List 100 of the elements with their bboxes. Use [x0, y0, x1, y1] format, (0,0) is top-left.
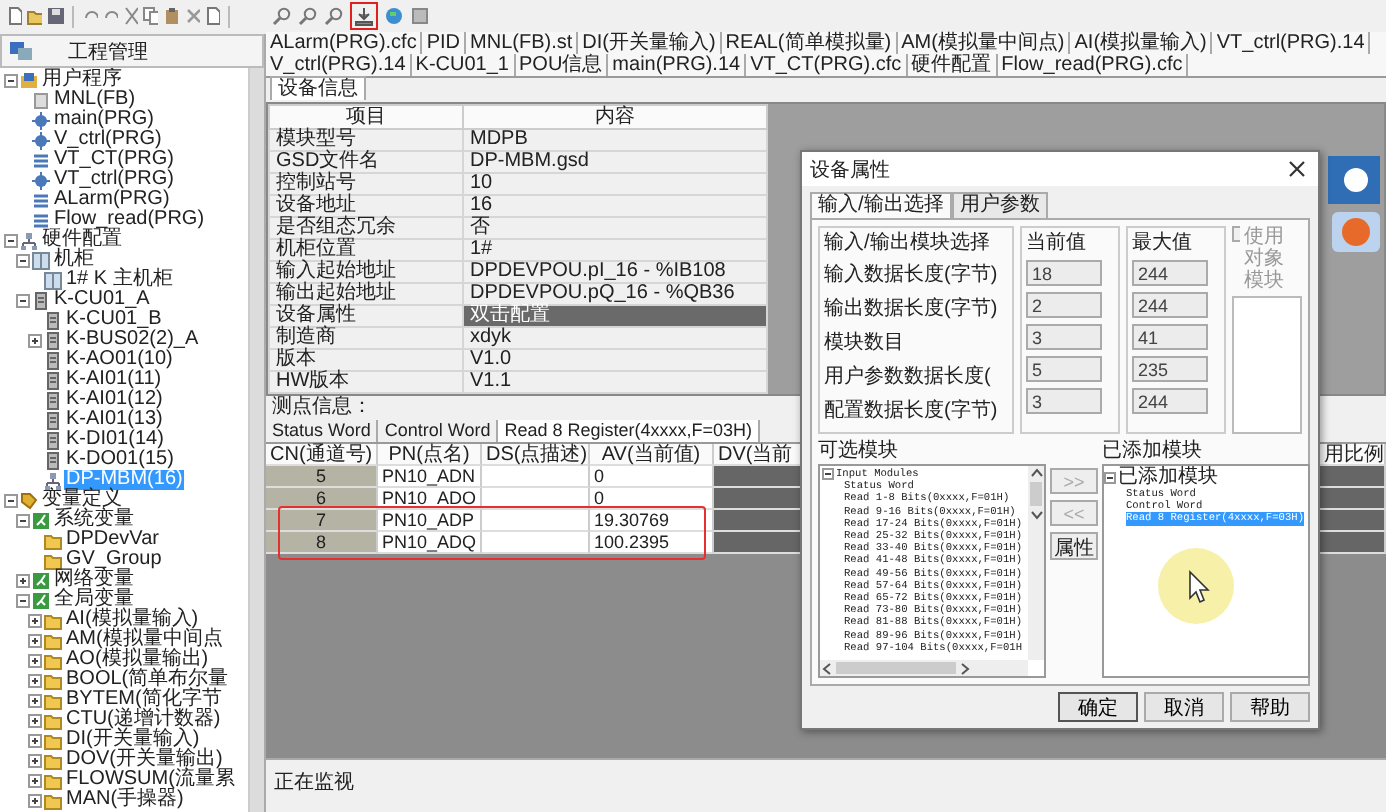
tree-item[interactable]: K-AO01(10) [64, 350, 175, 370]
tree-item[interactable]: K-CU01_A [52, 290, 152, 310]
tree-item[interactable]: 1# K 主机柜 [64, 270, 175, 290]
table-cell[interactable]: 10 [463, 173, 767, 195]
tree-item[interactable]: main(PRG) [52, 110, 157, 130]
tree-item[interactable]: MNL(FB) [52, 90, 138, 110]
tree-item[interactable]: VT_ctrl(PRG) [52, 170, 176, 190]
editor-tab[interactable]: DI(开关量输入) [578, 32, 722, 54]
tree-item[interactable]: BOOL(简单布尔量 [64, 670, 231, 690]
input-field[interactable]: 244 [1132, 260, 1208, 286]
editor-tab[interactable]: VT_ctrl(PRG).14 [1212, 32, 1371, 54]
tree-item[interactable]: GV_Group [64, 550, 164, 570]
table-cell[interactable]: V1.0 [463, 349, 767, 371]
tree-item[interactable]: DI(开关量输入) [64, 730, 202, 750]
tree-item[interactable]: BYTEM(简化字节 [64, 690, 224, 710]
table-cell[interactable]: 1# [463, 239, 767, 261]
tab[interactable]: Status Word [266, 420, 379, 442]
tree-item[interactable]: K-DO01(15) [64, 450, 176, 470]
tree-item[interactable]: K-AI01(11) [64, 370, 164, 390]
tree-item[interactable]: CTU(递增计数器) [64, 710, 223, 730]
table-cell[interactable]: 否 [463, 217, 767, 239]
editor-tab[interactable]: K-CU01_1 [411, 54, 515, 76]
table-cell: 输入起始地址 [269, 261, 463, 283]
editor-tab[interactable]: REAL(简单模拟量) [721, 32, 898, 54]
tab[interactable]: 用户参数 [951, 192, 1048, 218]
dialog-button[interactable]: 确定 [1058, 692, 1138, 722]
input-field[interactable]: 2 [1026, 292, 1102, 318]
tree-item[interactable]: K-CU01_B [64, 310, 164, 330]
tree-item[interactable]: K-AI01(13) [64, 410, 165, 430]
tree-item[interactable]: ALarm(PRG) [52, 190, 172, 210]
editor-tab[interactable]: 硬件配置 [907, 54, 998, 76]
input-field[interactable]: 244 [1132, 388, 1208, 414]
input-field[interactable]: 3 [1026, 324, 1102, 350]
table-cell[interactable]: DP-MBM.gsd [463, 151, 767, 173]
input-field[interactable]: 18 [1026, 260, 1102, 286]
tree-item[interactable]: 机柜 [52, 250, 96, 270]
dialog-button[interactable]: 取消 [1144, 692, 1224, 722]
move-button[interactable]: 属性 [1050, 532, 1098, 560]
editor-tab[interactable]: Flow_read(PRG).cfc [997, 54, 1189, 76]
tree-item[interactable]: DPDevVar [64, 530, 161, 550]
table-cell: 设备属性 [269, 305, 463, 327]
field-label: 输出数据长度(字节) [824, 296, 1000, 322]
input-field[interactable]: 5 [1026, 356, 1102, 382]
table-cell[interactable]: MDPB [463, 129, 767, 151]
field-label: 用户参数数据长度( [824, 364, 993, 390]
editor-tab[interactable]: AI(模拟量输入) [1070, 32, 1213, 54]
input-field[interactable]: 41 [1132, 324, 1208, 350]
table-cell[interactable]: 双击配置 [463, 305, 767, 327]
column-header: 项目 [269, 105, 463, 129]
table-cell: 6 [266, 488, 378, 510]
list-title: 已添加模块 [1102, 440, 1204, 464]
field-label: 配置数据长度(字节) [824, 398, 1000, 424]
list-title: 可选模块 [818, 440, 900, 464]
tree-item[interactable]: 变量定义 [40, 490, 124, 510]
table-cell: 版本 [269, 349, 463, 371]
input-field[interactable]: 3 [1026, 388, 1102, 414]
table-cell: 制造商 [269, 327, 463, 349]
tree-item[interactable]: 网络变量 [52, 570, 136, 590]
editor-tab[interactable]: main(PRG).14 [608, 54, 747, 76]
tree-item[interactable]: K-BUS02(2)_A [64, 330, 201, 350]
tree-item[interactable]: FLOWSUM(流量累 [64, 770, 237, 790]
table-cell[interactable]: V1.1 [463, 371, 767, 393]
table-cell: PN10_ADN [378, 466, 482, 488]
tree-item[interactable]: Flow_read(PRG) [52, 210, 207, 230]
input-field[interactable]: 235 [1132, 356, 1208, 382]
tab[interactable]: Read 8 Register(4xxxx,F=03H) [498, 420, 761, 442]
group-title: 输入/输出模块选择 [824, 232, 992, 254]
table-cell[interactable]: 16 [463, 195, 767, 217]
input-field[interactable]: 244 [1132, 292, 1208, 318]
panel-title: 工程管理 [68, 39, 148, 65]
tree-item[interactable]: V_ctrl(PRG) [52, 130, 164, 150]
editor-tab[interactable]: PID [422, 32, 467, 54]
tree-item[interactable]: VT_CT(PRG) [52, 150, 176, 170]
editor-tab[interactable]: POU信息 [515, 54, 609, 76]
table-cell[interactable]: DPDEVPOU.pI_16 - %IB108 [463, 261, 767, 283]
editor-tab[interactable]: MNL(FB).st [466, 32, 579, 54]
table-cell[interactable]: xdyk [463, 327, 767, 349]
tab[interactable]: 输入/输出选择 [810, 192, 952, 218]
tree-item[interactable]: 全局变量 [52, 590, 136, 610]
table-cell: 设备地址 [269, 195, 463, 217]
table-cell: 输出起始地址 [269, 283, 463, 305]
dialog-button[interactable]: 帮助 [1230, 692, 1310, 722]
tree-item[interactable]: K-DI01(14) [64, 430, 166, 450]
section-title: 测点信息： [270, 396, 372, 420]
tree-item[interactable]: AO(模拟量输出) [64, 650, 211, 670]
column-header: 内容 [463, 105, 767, 129]
tree-item[interactable]: K-AI01(12) [64, 390, 165, 410]
editor-tab[interactable]: ALarm(PRG).cfc [266, 32, 423, 54]
tree-item[interactable]: MAN(手操器) [64, 790, 186, 810]
section-tab[interactable]: 设备信息 [270, 76, 366, 100]
tree-item[interactable]: DOV(开关量输出) [64, 750, 225, 770]
group-title: 当前值 [1026, 232, 1088, 254]
tree-item[interactable]: 已添加模块 [1118, 466, 1218, 488]
table-cell: 控制站号 [269, 173, 463, 195]
tree-item[interactable]: AM(模拟量中间点 [64, 630, 225, 650]
editor-tab[interactable]: VT_CT(PRG).cfc [746, 54, 908, 76]
tree-item[interactable]: AI(模拟量输入) [64, 610, 201, 630]
tree-item[interactable]: 系统变量 [52, 510, 136, 530]
editor-tab[interactable]: AM(模拟量中间点) [897, 32, 1071, 54]
tree-item[interactable]: 硬件配置 [40, 230, 124, 250]
